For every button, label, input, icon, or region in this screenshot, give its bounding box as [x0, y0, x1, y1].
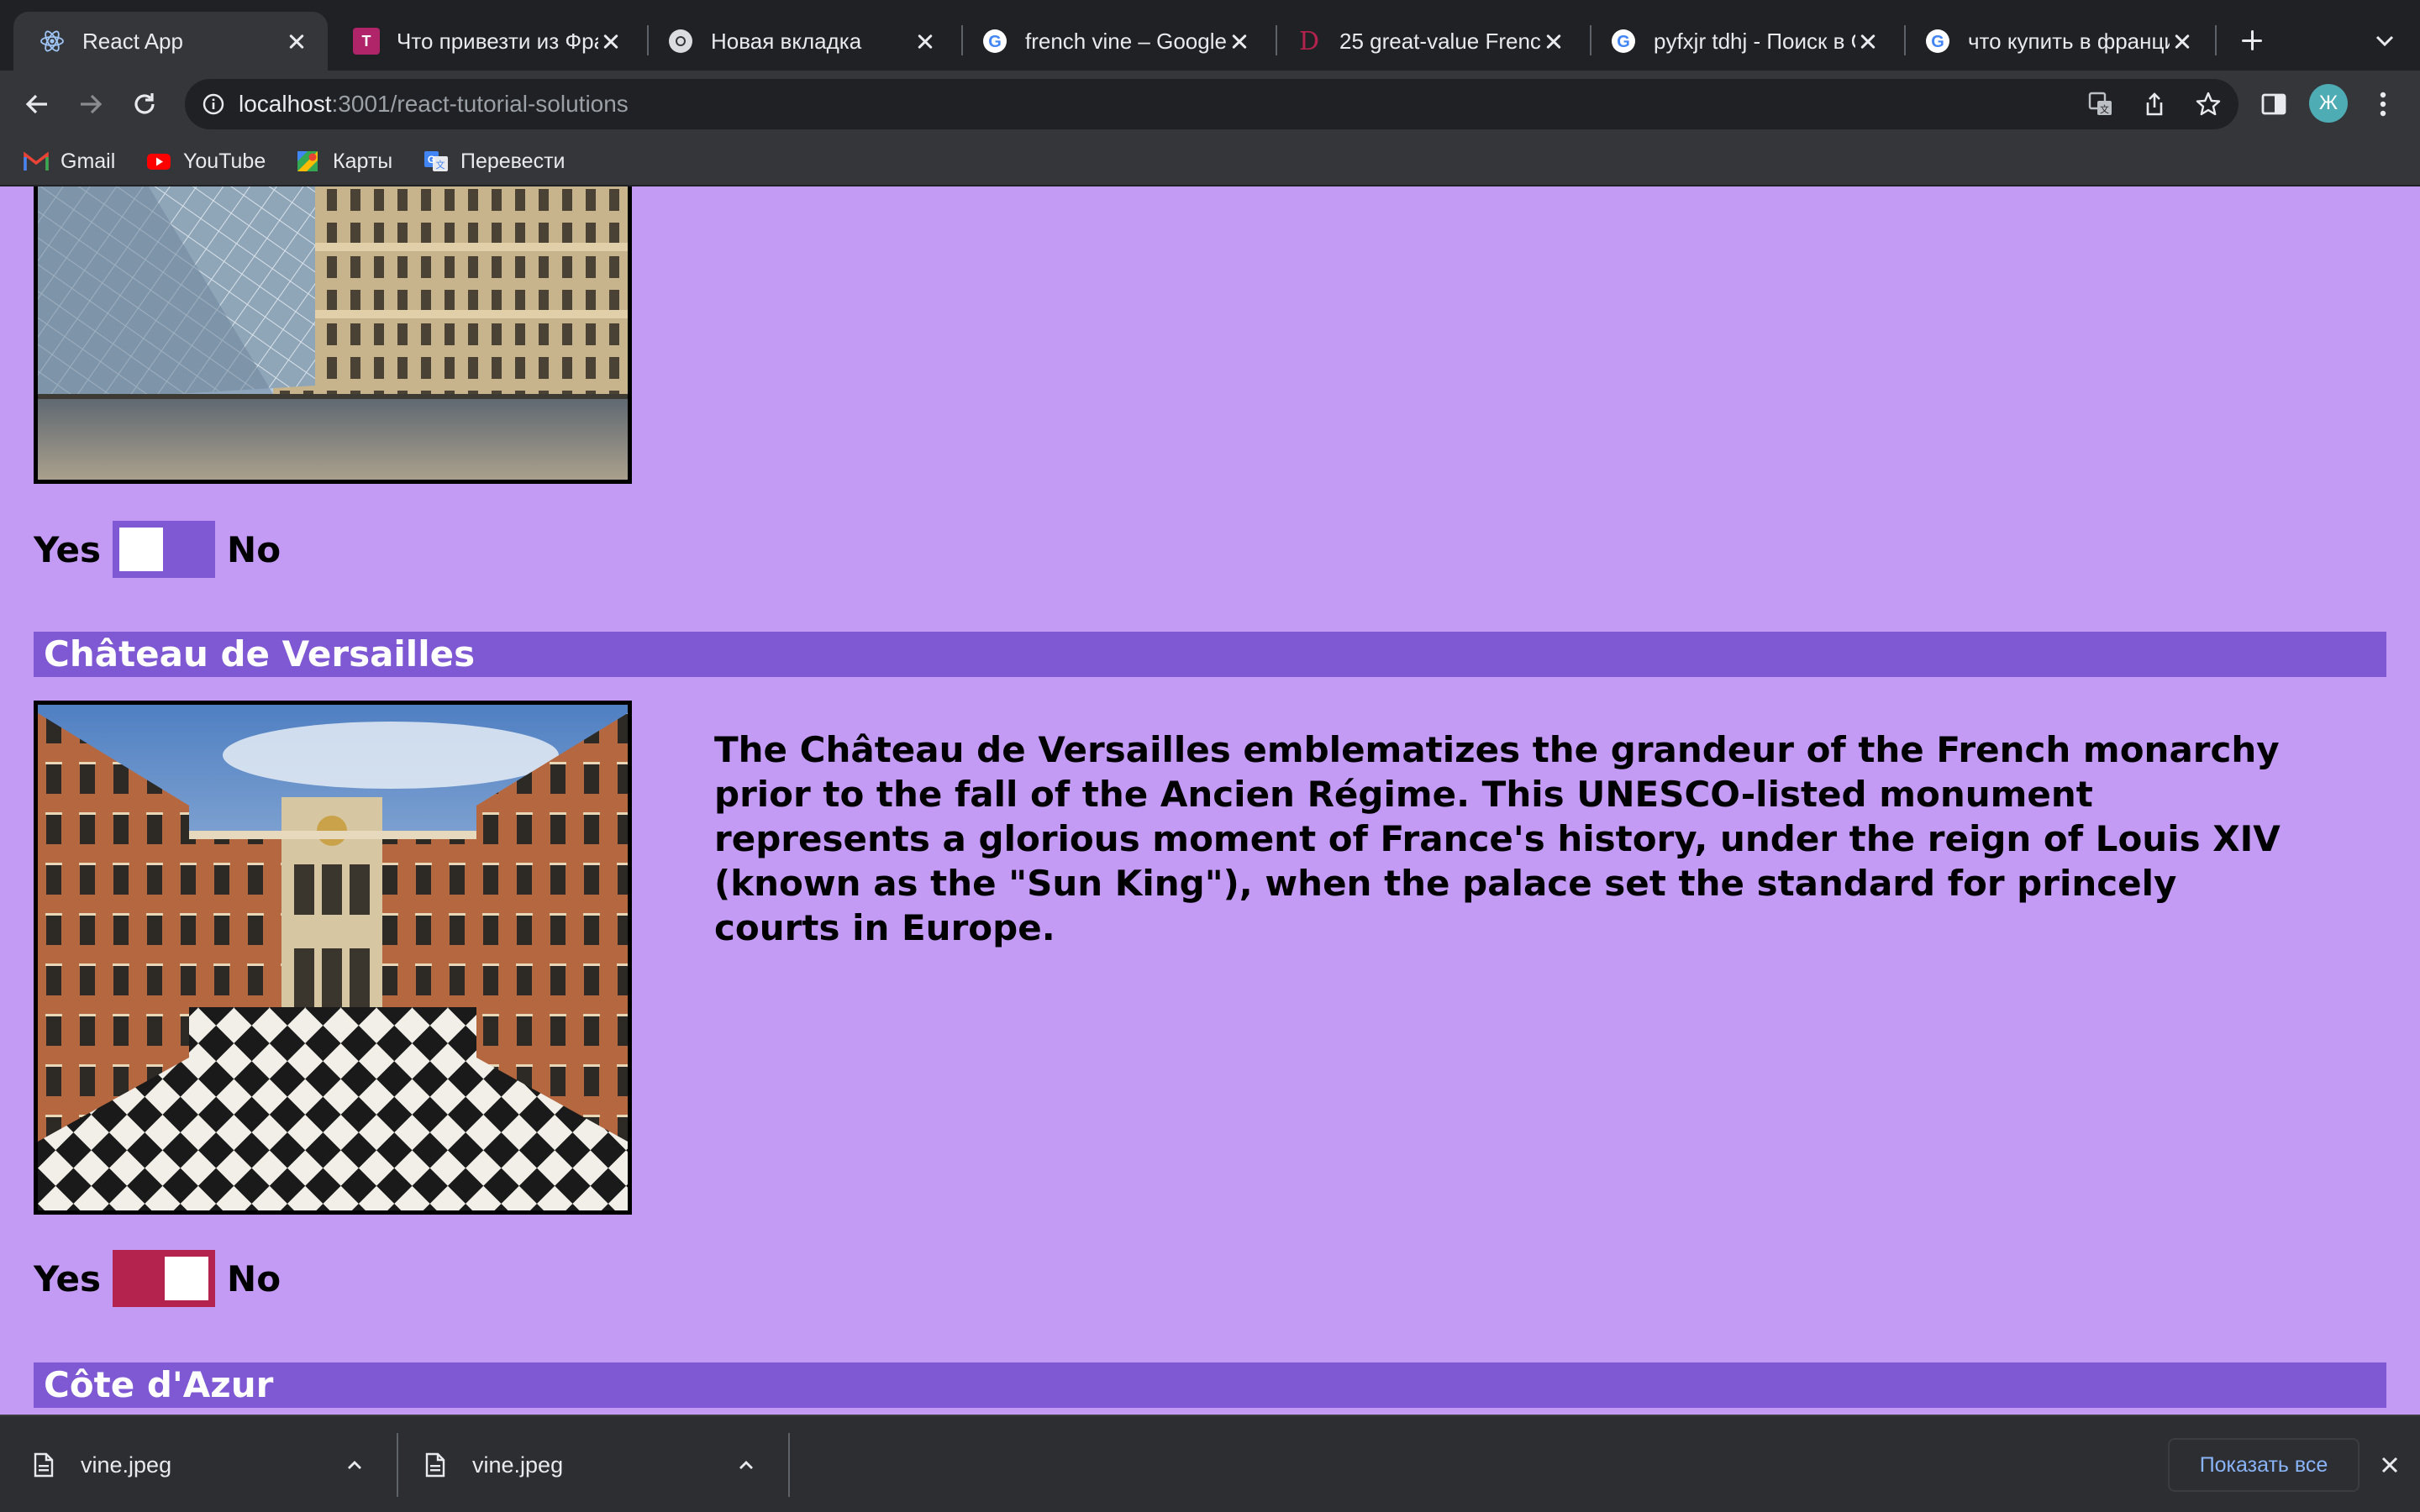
chrome-icon	[667, 28, 694, 55]
bookmark-youtube[interactable]: YouTube	[146, 144, 266, 178]
tab-title: Новая вкладка	[711, 28, 862, 54]
google-icon: G	[1924, 28, 1951, 55]
download-shelf: vine.jpeg vine.jpeg Показать все	[0, 1415, 2420, 1512]
react-icon	[39, 28, 66, 55]
file-icon	[34, 1452, 54, 1478]
youtube-icon	[147, 154, 171, 170]
download-filename: vine.jpeg	[81, 1452, 172, 1478]
close-tab-icon[interactable]	[1227, 29, 1252, 54]
toggle-row-versailles: Yes No	[34, 1250, 281, 1307]
bookmark-label: YouTube	[183, 149, 266, 173]
browser-toolbar: localhost:3001/react-tutorial-solutions …	[0, 71, 2420, 138]
tab-chto-kupit[interactable]: G что купить в франции	[1899, 12, 2213, 71]
tab-title: React App	[82, 28, 183, 54]
bookmark-star-icon[interactable]	[2193, 89, 2223, 119]
download-filename: vine.jpeg	[472, 1452, 564, 1478]
tab-pyfxjr[interactable]: G pyfxjr tdhj - Поиск в Google	[1585, 12, 1899, 71]
bookmark-translate[interactable]: G文 Перевести	[424, 144, 566, 178]
toggle-row-louvre: Yes No	[34, 521, 281, 578]
bookmark-maps[interactable]: Карты	[296, 144, 392, 178]
tab-great-value-wines[interactable]: D 25 great-value French wines	[1270, 12, 1585, 71]
tab-chto-privezti[interactable]: T Что привезти из Франции	[328, 12, 642, 71]
close-download-shelf-icon[interactable]	[2376, 1452, 2403, 1478]
translate-page-icon[interactable]: 文	[2086, 89, 2116, 119]
reload-icon[interactable]	[126, 86, 163, 123]
kebab-menu-icon[interactable]	[2365, 86, 2402, 123]
forward-arrow-icon[interactable]	[72, 86, 109, 123]
svg-text:文: 文	[2100, 103, 2109, 115]
google-icon: G	[981, 28, 1008, 55]
tab-french-vine[interactable]: G french vine – Google Поиск	[956, 12, 1270, 71]
tab-strip: React App T Что привезти из Франции Нова…	[0, 0, 2420, 76]
svg-text:G: G	[988, 33, 1002, 51]
yes-no-switch-versailles[interactable]	[113, 1250, 216, 1307]
yes-label: Yes	[34, 1257, 102, 1299]
tab-search-chevron-icon[interactable]	[2370, 25, 2400, 55]
tab-title: french vine – Google Поиск	[1025, 28, 1227, 54]
side-panel-icon[interactable]	[2255, 86, 2292, 123]
google-icon: G	[1610, 28, 1637, 55]
versailles-courtyard-image	[34, 701, 632, 1215]
show-all-downloads-button[interactable]: Показать все	[2168, 1438, 2360, 1492]
bookmark-gmail[interactable]: Gmail	[24, 144, 115, 178]
close-tab-icon[interactable]	[1855, 29, 1881, 54]
translate-icon: G文	[424, 151, 448, 171]
download-item[interactable]: vine.jpeg	[0, 1416, 395, 1512]
tab-title: pyfxjr tdhj - Поиск в Google	[1654, 28, 1855, 54]
svg-text:G: G	[1931, 33, 1944, 51]
section-heading-cote-dazur: Côte d'Azur	[34, 1362, 2386, 1408]
close-tab-icon[interactable]	[2170, 29, 2195, 54]
yes-label: Yes	[34, 528, 102, 570]
louvre-pyramid-image	[34, 186, 632, 484]
no-label: No	[227, 528, 281, 570]
close-tab-icon[interactable]	[913, 29, 938, 54]
share-icon[interactable]	[2139, 89, 2170, 119]
tab-separator	[2215, 25, 2217, 55]
close-tab-icon[interactable]	[598, 29, 623, 54]
url-text[interactable]: localhost:3001/react-tutorial-solutions	[239, 79, 629, 129]
address-bar[interactable]: localhost:3001/react-tutorial-solutions …	[185, 79, 2238, 129]
versailles-description: The Château de Versailles emblematizes t…	[714, 729, 2281, 948]
tab-react-app[interactable]: React App	[13, 12, 328, 71]
back-arrow-icon[interactable]	[18, 86, 55, 123]
tab-title: что купить в франции	[1968, 28, 2170, 54]
svg-text:G: G	[1617, 33, 1630, 51]
url-host: localhost	[239, 91, 332, 117]
new-tab-plus-icon[interactable]	[2235, 24, 2269, 57]
no-label: No	[227, 1257, 281, 1299]
bookmark-label: Карты	[333, 149, 393, 173]
close-tab-icon[interactable]	[1541, 29, 1566, 54]
bookmark-label: Gmail	[60, 149, 116, 173]
tab-title: 25 great-value French wines	[1339, 28, 1541, 54]
bookmark-label: Перевести	[460, 149, 566, 173]
download-separator	[788, 1433, 790, 1497]
decanter-icon: D	[1298, 26, 1320, 56]
page-content: Yes No Château de Versailles The Château…	[0, 186, 2420, 1415]
bookmarks-bar: Gmail YouTube Карты G文 Перевести	[0, 138, 2420, 186]
chevron-up-icon[interactable]	[345, 1455, 365, 1475]
svg-text:文: 文	[436, 159, 445, 171]
site-icon: T	[353, 28, 380, 55]
yes-no-switch-louvre[interactable]	[113, 521, 216, 578]
switch-knob	[165, 1257, 209, 1300]
close-tab-icon[interactable]	[284, 29, 309, 54]
maps-icon	[297, 151, 318, 171]
gmail-icon	[24, 151, 49, 171]
chevron-up-icon[interactable]	[736, 1455, 756, 1475]
tab-new-tab[interactable]: Новая вкладка	[642, 12, 956, 71]
profile-avatar[interactable]: Ж	[2309, 84, 2348, 123]
file-icon	[425, 1452, 445, 1478]
switch-knob	[119, 528, 164, 571]
svg-text:G: G	[428, 154, 435, 165]
section-heading-versailles: Château de Versailles	[34, 632, 2386, 677]
download-item[interactable]: vine.jpeg	[392, 1416, 786, 1512]
tab-title: Что привезти из Франции	[397, 28, 598, 54]
site-info-icon[interactable]	[198, 89, 229, 119]
url-path: :3001/react-tutorial-solutions	[331, 91, 629, 117]
